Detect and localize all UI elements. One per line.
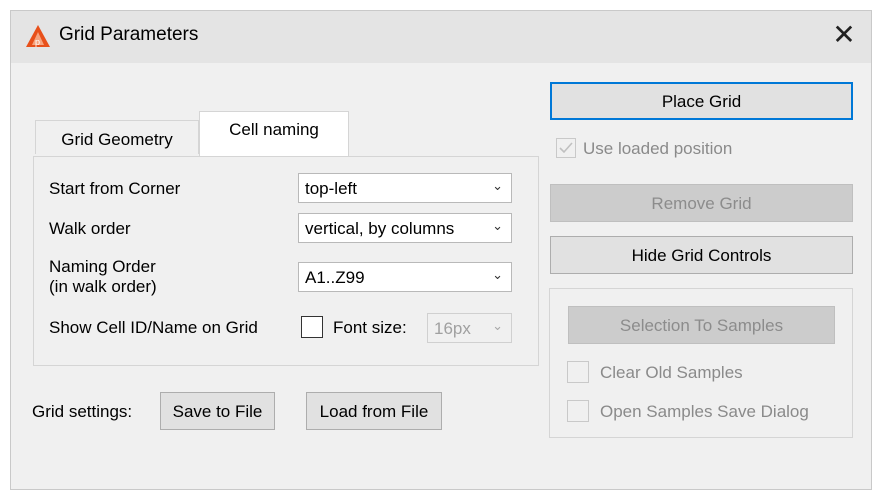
chevron-down-icon: ⌄ (492, 218, 503, 233)
chevron-down-icon: ⌄ (492, 178, 503, 193)
font-size-label: Font size: (333, 318, 407, 337)
start-corner-label: Start from Corner (49, 179, 181, 198)
grid-parameters-dialog: p Grid Parameters ✕ Grid Geometry Cell n… (10, 10, 872, 490)
grid-settings-label: Grid settings: (32, 402, 133, 421)
tab-grid-geometry[interactable]: Grid Geometry (35, 120, 199, 154)
tab-cell-naming[interactable]: Cell naming (199, 111, 349, 157)
walk-order-label: Walk order (49, 219, 131, 238)
font-size-select[interactable]: 16px ⌄ (427, 313, 512, 343)
use-loaded-position-checkbox[interactable] (556, 138, 576, 158)
naming-order-select[interactable]: A1..Z99 ⌄ (298, 262, 512, 292)
chevron-down-icon: ⌄ (492, 318, 503, 333)
naming-order-value: A1..Z99 (305, 268, 365, 287)
clear-old-samples-label: Clear Old Samples (600, 363, 743, 382)
clear-old-samples-checkbox[interactable] (567, 361, 589, 383)
place-grid-button[interactable]: Place Grid (550, 82, 853, 120)
close-icon[interactable]: ✕ (829, 19, 859, 53)
save-to-file-button[interactable]: Save to File (160, 392, 275, 430)
font-size-value: 16px (434, 319, 471, 338)
start-corner-select[interactable]: top-left ⌄ (298, 173, 512, 203)
show-cell-id-label: Show Cell ID/Name on Grid (49, 318, 258, 337)
walk-order-select[interactable]: vertical, by columns ⌄ (298, 213, 512, 243)
chevron-down-icon: ⌄ (492, 267, 503, 282)
open-samples-save-dialog-checkbox[interactable] (567, 400, 589, 422)
svg-text:p: p (35, 37, 40, 47)
start-corner-value: top-left (305, 179, 357, 198)
naming-order-label: Naming Order (49, 257, 156, 276)
use-loaded-position-label: Use loaded position (583, 139, 733, 158)
show-cell-id-checkbox[interactable] (301, 316, 323, 338)
window-title: Grid Parameters (59, 24, 199, 45)
remove-grid-button[interactable]: Remove Grid (550, 184, 853, 222)
checkmark-icon (559, 142, 573, 154)
open-samples-save-dialog-label: Open Samples Save Dialog (600, 402, 809, 421)
warning-triangle-logo-icon: p (26, 25, 50, 47)
naming-order-sublabel: (in walk order) (49, 277, 157, 296)
hide-grid-controls-button[interactable]: Hide Grid Controls (550, 236, 853, 274)
selection-to-samples-button[interactable]: Selection To Samples (568, 306, 835, 344)
load-from-file-button[interactable]: Load from File (306, 392, 442, 430)
title-bar: p Grid Parameters ✕ (11, 11, 871, 63)
walk-order-value: vertical, by columns (305, 219, 455, 238)
